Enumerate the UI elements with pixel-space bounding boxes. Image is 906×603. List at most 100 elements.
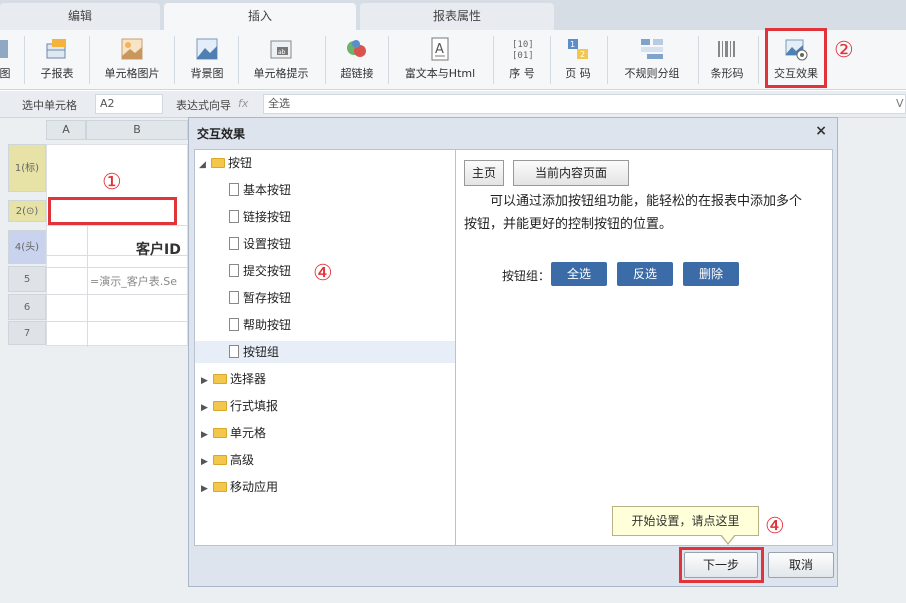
tree-node-selector[interactable]: ▶ 选择器 <box>201 368 266 390</box>
tab-report-properties[interactable]: 报表属性 <box>360 3 554 30</box>
tree-node-advanced[interactable]: ▶ 高级 <box>201 449 254 471</box>
toolbar-divider <box>89 36 90 84</box>
cell-image-icon <box>121 38 143 60</box>
toolbar-hyperlink-button[interactable]: 超链接 <box>333 34 381 86</box>
toolbar-cell-tip-button[interactable]: ab 单元格提示 <box>246 34 316 86</box>
toolbar-divider <box>607 36 608 84</box>
tab-insert[interactable]: 插入 <box>164 3 356 30</box>
column-header-b[interactable]: B <box>86 120 188 140</box>
toolbar-background-image-button[interactable]: 背景图 <box>182 34 232 86</box>
toolbar-subreport-button[interactable]: 子报表 <box>32 34 82 86</box>
button-group-label: 按钮组： <box>502 269 551 283</box>
collapse-arrow-icon[interactable]: ◢ <box>199 154 211 176</box>
toolbar-rich-text-button[interactable]: A 富文本与Html <box>394 34 486 86</box>
tree-node-cell[interactable]: ▶ 单元格 <box>201 422 266 444</box>
grid-line <box>47 294 189 295</box>
toolbar-sequence-button[interactable]: [10] [01] 序 号 <box>500 34 544 86</box>
folder-icon <box>213 481 227 492</box>
current-page-button[interactable]: 当前内容页面 <box>513 160 629 186</box>
content-panel: 主页 当前内容页面 可以通过添加按钮组功能，能轻松的在报表中添加多个按钮，并能更… <box>455 149 833 546</box>
rich-text-icon: A <box>431 37 449 61</box>
toolbar-divider <box>698 36 699 84</box>
selected-cell-field[interactable]: A2 <box>95 94 163 114</box>
fx-icon[interactable]: fx <box>238 97 248 110</box>
tree-item-submit-button[interactable]: 提交按钮 <box>229 260 291 282</box>
select-all-button[interactable]: 全选 <box>551 262 607 286</box>
row-header-1[interactable]: 1(标) <box>8 144 46 192</box>
expand-arrow-icon[interactable]: ▶ <box>201 451 213 473</box>
tree-item-help-button[interactable]: 帮助按钮 <box>229 314 291 336</box>
row-header-2[interactable]: 2(⊙) <box>8 200 46 222</box>
toolbar-page-number-button[interactable]: 1 2 页 码 <box>556 34 600 86</box>
marker-2: ② <box>834 38 854 63</box>
grid-line <box>47 321 189 322</box>
toolbar-divider <box>550 36 551 84</box>
cancel-button[interactable]: 取消 <box>768 552 834 578</box>
tree-item-draft-button[interactable]: 暂存按钮 <box>229 287 291 309</box>
file-icon <box>229 318 239 331</box>
file-icon <box>229 345 239 358</box>
file-icon <box>229 291 239 304</box>
tooltip-tail <box>721 534 735 543</box>
cell-tip-icon: ab <box>270 40 292 59</box>
toolbar-irregular-group-button[interactable]: 不规则分组 <box>613 34 691 86</box>
svg-text:ab: ab <box>278 49 286 56</box>
tree-node-mobile[interactable]: ▶ 移动应用 <box>201 476 278 498</box>
file-icon <box>229 264 239 277</box>
toolbar-divider <box>493 36 494 84</box>
feature-description: 可以通过添加按钮组功能，能轻松的在报表中添加多个按钮，并能更好的控制按钮的位置。 <box>464 194 803 232</box>
svg-text:[10]: [10] <box>512 40 534 50</box>
formula-bar: 选中单元格 A2 表达式向导 fx 全选 V <box>0 91 906 118</box>
invert-selection-button[interactable]: 反选 <box>617 262 673 286</box>
chevron-down-icon[interactable]: V <box>896 97 904 110</box>
row-header-5[interactable]: 5 <box>8 266 46 292</box>
category-tree: ◢ 按钮 基本按钮 链接按钮 设置按钮 提交按钮 暂存按钮 帮助按钮 按钮组 ▶ 选… <box>194 149 456 546</box>
tree-node-row-fill[interactable]: ▶ 行式填报 <box>201 395 278 417</box>
toolbar-image-button[interactable]: 图 <box>0 34 14 86</box>
cell-formula-text: =演示_客户表.Se <box>90 275 177 288</box>
svg-text:A: A <box>435 42 444 57</box>
tab-edit[interactable]: 编辑 <box>0 3 160 30</box>
marker-3: ④ <box>313 261 333 286</box>
next-button-highlight <box>679 547 764 583</box>
toolbar-cell-image-button[interactable]: 单元格图片 <box>96 34 168 86</box>
hyperlink-icon <box>347 40 366 57</box>
folder-icon <box>213 454 227 465</box>
marker-4: ④ <box>765 514 785 539</box>
dialog-title: 交互效果 <box>197 127 246 141</box>
tree-item-basic-button[interactable]: 基本按钮 <box>229 179 291 201</box>
tree-item-settings-button[interactable]: 设置按钮 <box>229 233 291 255</box>
tab-bar: 编辑 插入 报表属性 <box>0 0 906 30</box>
interaction-button-highlight <box>765 28 827 88</box>
delete-button[interactable]: 删除 <box>683 262 739 286</box>
grid-line <box>47 267 189 268</box>
toolbar-divider <box>325 36 326 84</box>
tree-item-button-group[interactable]: 按钮组 <box>195 341 455 363</box>
marker-1: ① <box>102 170 122 195</box>
folder-icon <box>213 400 227 411</box>
file-icon <box>229 210 239 223</box>
tree-item-link-button[interactable]: 链接按钮 <box>229 206 291 228</box>
expression-field[interactable]: 全选 <box>263 94 906 114</box>
toolbar-divider <box>174 36 175 84</box>
close-icon[interactable]: × <box>815 123 827 139</box>
page-number-icon: 1 2 <box>568 39 588 59</box>
cell-header-customer-id: 客户ID <box>136 242 181 258</box>
toolbar-divider <box>758 36 759 84</box>
toolbar-barcode-button[interactable]: 条形码 <box>704 34 750 86</box>
tree-node-buttons[interactable]: ◢ 按钮 <box>199 152 252 174</box>
image-icon <box>0 40 8 58</box>
row-header-7[interactable]: 7 <box>8 321 46 345</box>
expand-arrow-icon[interactable]: ▶ <box>201 397 213 419</box>
row-header-6[interactable]: 6 <box>8 294 46 320</box>
row-header-4[interactable]: 4(头) <box>8 230 46 264</box>
expand-arrow-icon[interactable]: ▶ <box>201 370 213 392</box>
folder-icon <box>213 373 227 384</box>
column-header-a[interactable]: A <box>46 120 86 140</box>
home-button[interactable]: 主页 <box>464 160 504 186</box>
expand-arrow-icon[interactable]: ▶ <box>201 424 213 446</box>
expand-arrow-icon[interactable]: ▶ <box>201 478 213 500</box>
toolbar-divider <box>388 36 389 84</box>
toolbar-divider <box>238 36 239 84</box>
barcode-icon <box>718 41 735 57</box>
